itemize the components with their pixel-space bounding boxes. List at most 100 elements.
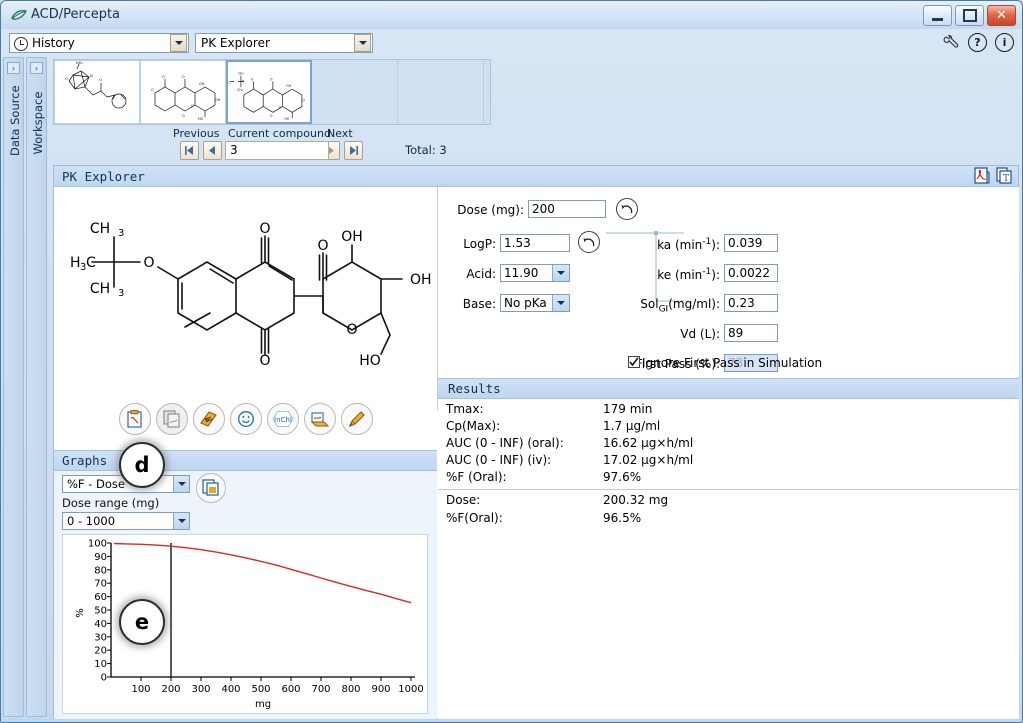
pdf-export-icon[interactable] (974, 167, 990, 184)
result-key: %F(Oral): (446, 511, 503, 525)
result-key: Dose: (446, 493, 481, 507)
result-row: Tmax: 179 min (438, 402, 1019, 419)
sol-label-main: Sol (640, 297, 659, 311)
expand-icon[interactable]: › (30, 62, 43, 74)
chevron-down-icon[interactable] (552, 295, 569, 311)
results-header: Results (438, 379, 1019, 399)
graphs-panel: Graphs %F - Dose Dose range (mg) 0 - 100… (54, 450, 437, 720)
ke-input[interactable]: 0.0022 (724, 264, 778, 282)
svg-text:O: O (317, 238, 328, 254)
compound-thumbnail-2[interactable]: O O OH OH O O HO O (140, 60, 226, 124)
ka-label: ka (min-1): (628, 237, 720, 252)
minimize-icon (932, 17, 943, 21)
last-compound-button[interactable] (344, 141, 363, 160)
reset-dose-button[interactable] (616, 198, 638, 220)
acid-label: Acid: (466, 267, 496, 281)
clipboard-icon (126, 410, 142, 428)
svg-text:200: 200 (161, 684, 180, 695)
svg-text:20: 20 (94, 646, 107, 657)
text-report-icon[interactable]: T (996, 167, 1012, 184)
chevron-down-icon[interactable] (552, 265, 569, 281)
graph-plot-area[interactable]: 100 90 80 70 60 50 40 30 20 10 0 100 200… (62, 534, 428, 714)
acid-select[interactable]: 11.90 (500, 264, 570, 282)
minimize-button[interactable] (923, 5, 952, 26)
svg-text:O: O (191, 104, 194, 108)
previous-compound-button[interactable] (203, 141, 222, 160)
svg-text:mg: mg (255, 699, 271, 710)
result-value: 200.32 mg (603, 493, 669, 507)
edit-structure-button[interactable] (340, 403, 373, 435)
close-button[interactable]: ✕ (987, 5, 1016, 26)
copy-structure-icon (162, 410, 180, 428)
molecule-viewer[interactable]: CH 3 H3C CH 3 O O O O OH OH HO O (54, 187, 438, 411)
maximize-button[interactable] (955, 5, 984, 26)
svg-text:700: 700 (311, 684, 330, 695)
smiles-button[interactable] (229, 403, 262, 435)
svg-text:3: 3 (118, 288, 124, 299)
smiley-icon (237, 411, 254, 427)
structure-preview-2: O O OH OH O O HO O (151, 75, 221, 121)
current-compound-input[interactable]: 3 (225, 141, 329, 160)
pencil-icon (349, 411, 365, 427)
compound-thumbnail-empty-1 (312, 60, 398, 124)
dose-range-select[interactable]: 0 - 1000 (62, 512, 190, 530)
window-title: ACD/Percepta (31, 7, 121, 22)
ignore-first-pass-label[interactable]: Ignore First Pass in Simulation (642, 356, 872, 370)
graphs-title: Graphs (62, 453, 108, 468)
first-compound-button[interactable] (180, 141, 199, 160)
logp-label: LogP: (463, 237, 496, 251)
copy-graph-button[interactable] (196, 473, 226, 503)
dose-input[interactable]: 200 (528, 200, 606, 218)
open-folder-icon (310, 412, 329, 427)
result-value: 1.7 µg/ml (603, 419, 661, 433)
pk-explorer-panel: PK Explorer T CH 3 H 3 C CH 3 O O O O OH… (53, 165, 1019, 720)
sidebar-tab-workspace[interactable]: › Workspace (26, 57, 47, 717)
base-select[interactable]: No pKa (500, 294, 570, 312)
svg-text:H: H (70, 255, 81, 271)
compound-thumbnail-3[interactable]: CH₃ CH₃ C O O OH Cl O O HO O (226, 60, 312, 124)
previous-label: Previous (173, 127, 220, 140)
base-value: No pKa (504, 296, 547, 310)
module-combo-value: PK Explorer (201, 36, 270, 50)
svg-text:OH: OH (341, 229, 363, 245)
svg-text:O: O (259, 353, 270, 369)
inchi-button[interactable]: InChI (266, 403, 299, 435)
chevron-down-icon[interactable] (354, 34, 371, 52)
ignore-first-pass-checkbox[interactable] (628, 356, 640, 368)
module-combo[interactable]: PK Explorer (195, 33, 373, 53)
vd-label: Vd (L): (680, 327, 720, 341)
help-icon[interactable]: ? (968, 33, 987, 52)
logp-input[interactable]: 1.53 (500, 234, 570, 252)
wrench-icon[interactable] (943, 34, 960, 51)
expand-icon[interactable]: › (7, 62, 20, 74)
percent-f-curve (113, 542, 412, 604)
reset-logp-button[interactable] (578, 231, 600, 253)
svg-text:C: C (228, 80, 230, 84)
svg-text:O: O (182, 75, 185, 79)
panel-header-icons: T (974, 167, 1012, 184)
svg-text:O: O (99, 78, 102, 82)
chevron-down-icon[interactable] (170, 34, 187, 52)
results-list: Tmax: 179 min Cp(Max): 1.7 µg/ml AUC (0 - … (438, 398, 1019, 528)
solubility-input[interactable]: 0.23 (724, 294, 778, 312)
open-structure-button[interactable] (303, 403, 336, 435)
sidebar-tab-data-source[interactable]: › Data Source (3, 57, 24, 717)
history-combo[interactable]: History (9, 33, 189, 53)
ka-input[interactable]: 0.039 (724, 234, 778, 252)
dictionary-button[interactable] (192, 403, 225, 435)
vd-input[interactable]: 89 (724, 324, 778, 342)
graphs-header: Graphs (54, 451, 437, 471)
paste-structure-button[interactable] (155, 403, 188, 435)
svg-text:300: 300 (191, 684, 210, 695)
copy-structure-button[interactable] (118, 403, 151, 435)
ka-label-exp: -1 (702, 237, 712, 247)
chevron-down-icon[interactable] (173, 476, 189, 492)
result-row: Dose: 200.32 mg (438, 489, 1019, 511)
application-window: ACD/Percepta ✕ History PK Explorer ? i ›… (0, 0, 1023, 723)
maximize-icon (962, 9, 977, 22)
compound-thumbnail-1[interactable]: NH₃ O O N (54, 60, 140, 124)
svg-text:OH: OH (286, 84, 291, 88)
result-value: 179 min (603, 402, 653, 416)
chevron-down-icon[interactable] (173, 513, 189, 529)
info-icon[interactable]: i (995, 33, 1014, 52)
